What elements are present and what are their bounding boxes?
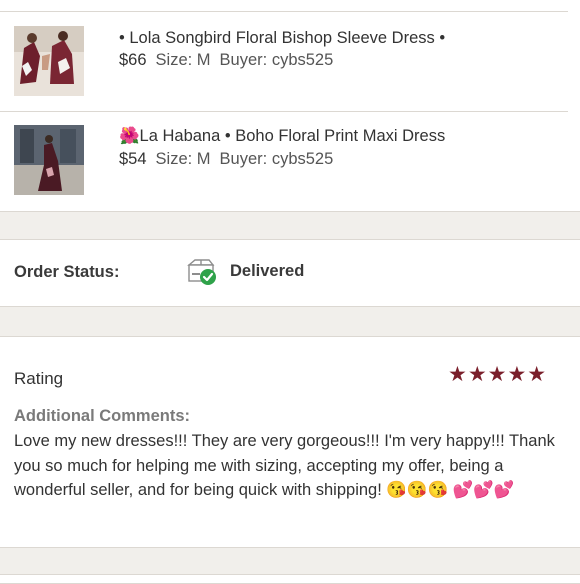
item-buyer: Buyer: cybs525 (219, 51, 334, 69)
comments-label: Additional Comments: (14, 407, 190, 425)
item-price: $66 (119, 51, 147, 69)
comments-text: Love my new dresses!!! They are very gor… (14, 432, 555, 499)
order-status-value: Delivered (230, 262, 305, 280)
item-size: Size: M (155, 150, 211, 168)
rating-stars: ★★★★★ (448, 363, 548, 386)
order-items-card: • Lola Songbird Floral Bishop Sleeve Dre… (0, 0, 580, 212)
order-item[interactable]: • Lola Songbird Floral Bishop Sleeve Dre… (0, 12, 580, 112)
package-delivered-icon (187, 259, 216, 285)
item-thumbnail[interactable] (14, 26, 84, 96)
next-card (0, 574, 580, 584)
item-buyer: Buyer: cybs525 (219, 150, 334, 168)
item-size: Size: M (155, 51, 211, 69)
dress-photo-icon (14, 26, 84, 96)
dress-photo-icon (14, 125, 84, 195)
rating-label: Rating (14, 369, 64, 388)
order-item[interactable]: 🌺La Habana • Boho Floral Print Maxi Dres… (0, 112, 580, 212)
item-price: $54 (119, 150, 147, 168)
item-title[interactable]: 🌺La Habana • Boho Floral Print Maxi Dres… (119, 126, 445, 146)
item-title[interactable]: • Lola Songbird Floral Bishop Sleeve Dre… (119, 28, 445, 48)
item-meta: $54 Size: M Buyer: cybs525 (119, 149, 333, 169)
order-status-label: Order Status: (14, 263, 120, 281)
item-thumbnail[interactable] (14, 125, 84, 195)
item-meta: $66 Size: M Buyer: cybs525 (119, 50, 333, 70)
